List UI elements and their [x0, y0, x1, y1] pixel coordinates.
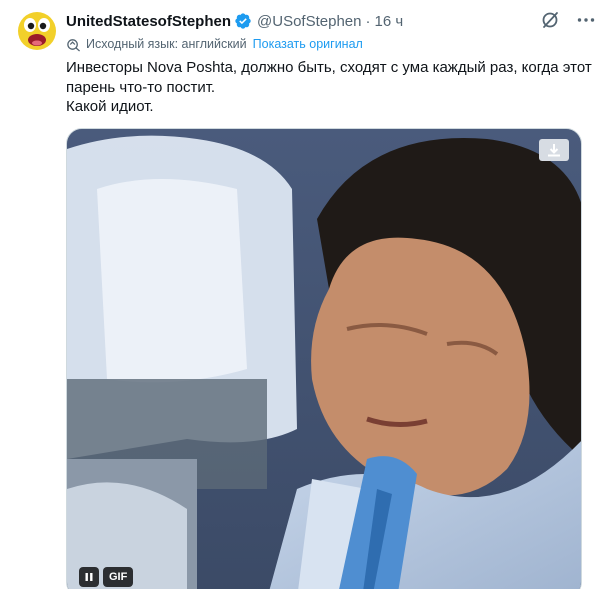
tweet-text: Инвесторы Nova Poshta, должно быть, сход…: [66, 58, 596, 117]
gif-controls: GIF: [79, 567, 134, 587]
gif-badge: GIF: [103, 567, 134, 587]
show-original-link[interactable]: Показать оригинал: [253, 37, 363, 51]
more-icon[interactable]: [576, 10, 596, 30]
pause-icon[interactable]: [79, 567, 99, 587]
avatar[interactable]: [16, 9, 58, 51]
grok-icon[interactable]: [540, 10, 560, 30]
gif-frame-image: [67, 129, 581, 589]
translation-source-language: Исходный язык: английский: [86, 37, 247, 51]
avatar-emoji-face-icon: [18, 12, 56, 50]
tweet-text-line: Инвесторы Nova Poshta, должно быть, сход…: [66, 59, 592, 96]
gif-media[interactable]: GIF: [66, 128, 582, 589]
tweet-card[interactable]: UnitedStatesofStephen @USofStephen · 16 …: [0, 0, 612, 589]
translate-icon: [66, 37, 81, 52]
verified-badge-icon[interactable]: [234, 12, 252, 30]
timestamp[interactable]: 16 ч: [374, 13, 403, 30]
tweet-text-line: Какой идиот.: [66, 98, 154, 115]
separator-dot: ·: [365, 12, 371, 30]
handle[interactable]: @USofStephen: [257, 13, 361, 30]
display-name[interactable]: UnitedStatesofStephen: [66, 13, 231, 30]
header-actions: [540, 10, 596, 30]
download-icon[interactable]: [539, 139, 569, 161]
tweet-header: UnitedStatesofStephen @USofStephen · 16 …: [66, 10, 596, 32]
translation-bar: Исходный язык: английский Показать ориги…: [66, 36, 363, 52]
